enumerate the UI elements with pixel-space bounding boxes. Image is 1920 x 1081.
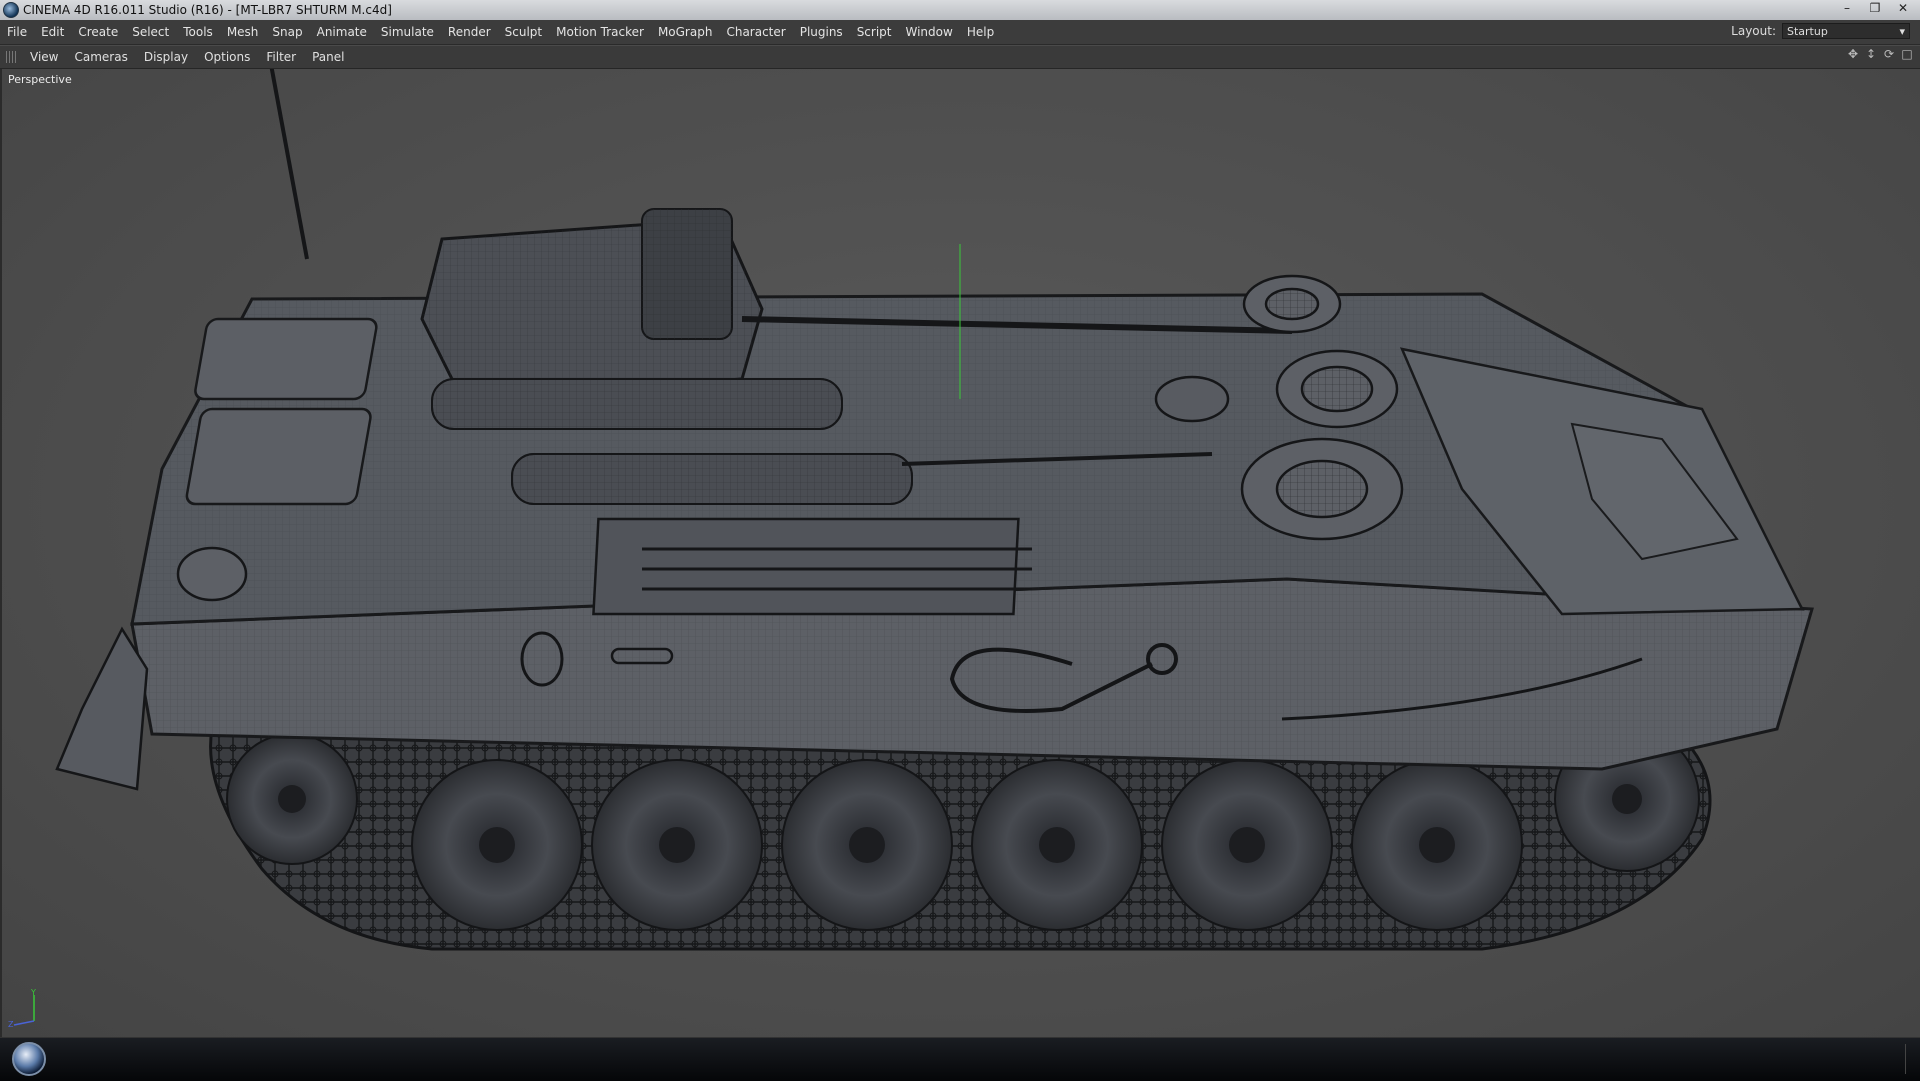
- menu-edit[interactable]: Edit: [34, 25, 71, 39]
- restore-icon[interactable]: ❐: [1862, 0, 1888, 16]
- turret-drum-mesh: [642, 209, 732, 339]
- menu-create[interactable]: Create: [71, 25, 125, 39]
- layout-label: Layout:: [1731, 24, 1776, 38]
- menu-mograph[interactable]: MoGraph: [651, 25, 720, 39]
- menu-animate[interactable]: Animate: [310, 25, 374, 39]
- main-menubar: File Edit Create Select Tools Mesh Snap …: [0, 20, 1920, 45]
- windows-taskbar: [0, 1037, 1920, 1081]
- cinema4d-icon: [3, 2, 19, 18]
- rear-bumper: [55, 626, 149, 791]
- rotate-view-icon[interactable]: ⟳: [1882, 47, 1896, 61]
- viewport-menu-display[interactable]: Display: [136, 50, 196, 64]
- window-titlebar: CINEMA 4D R16.011 Studio (R16) - [MT-LBR…: [0, 0, 1920, 20]
- menu-motion-tracker[interactable]: Motion Tracker: [549, 25, 651, 39]
- axis-z-label: Z: [8, 1020, 14, 1029]
- start-button[interactable]: [4, 1041, 54, 1077]
- menu-tools[interactable]: Tools: [176, 25, 220, 39]
- minimize-icon[interactable]: –: [1834, 0, 1860, 16]
- viewport-menubar: View Cameras Display Options Filter Pane…: [0, 46, 1920, 69]
- menu-help[interactable]: Help: [960, 25, 1001, 39]
- menu-sculpt[interactable]: Sculpt: [498, 25, 549, 39]
- menu-window[interactable]: Window: [899, 25, 960, 39]
- antenna: [269, 69, 309, 260]
- menu-select[interactable]: Select: [125, 25, 176, 39]
- wireframe-tracked-vehicle[interactable]: [2, 69, 1918, 1037]
- show-desktop-button[interactable]: [1905, 1044, 1916, 1074]
- layout-select[interactable]: Startup ▾: [1782, 23, 1910, 39]
- perspective-viewport[interactable]: Perspective Y Z: [0, 69, 1920, 1037]
- engine-grille: [592, 517, 1020, 616]
- menu-script[interactable]: Script: [850, 25, 899, 39]
- panel-grip-icon[interactable]: [6, 51, 16, 63]
- window-title: CINEMA 4D R16.011 Studio (R16) - [MT-LBR…: [23, 3, 392, 17]
- menu-plugins[interactable]: Plugins: [793, 25, 850, 39]
- move-view-icon[interactable]: ✥: [1846, 47, 1860, 61]
- menu-render[interactable]: Render: [441, 25, 498, 39]
- viewport-menu-filter[interactable]: Filter: [258, 50, 304, 64]
- menu-character[interactable]: Character: [719, 25, 792, 39]
- close-icon[interactable]: ✕: [1890, 0, 1916, 16]
- viewport-nav-icons: ✥ ↕ ⟳ □: [1846, 47, 1914, 61]
- axis-y-label: Y: [30, 989, 36, 997]
- rear-hatch-2: [185, 407, 372, 506]
- window-controls: – ❐ ✕: [1834, 0, 1916, 18]
- zoom-view-icon[interactable]: ↕: [1864, 47, 1878, 61]
- toggle-view-icon[interactable]: □: [1900, 47, 1914, 61]
- viewport-menu-cameras[interactable]: Cameras: [66, 50, 135, 64]
- menu-mesh[interactable]: Mesh: [220, 25, 266, 39]
- world-axis-gizmo: Y Z: [8, 989, 36, 1029]
- chevron-down-icon: ▾: [1899, 24, 1905, 38]
- windows-start-icon: [12, 1042, 46, 1076]
- layout-value: Startup: [1787, 24, 1828, 38]
- viewport-menu-view[interactable]: View: [22, 50, 66, 64]
- rear-hatch-1: [194, 317, 378, 401]
- menu-snap[interactable]: Snap: [265, 25, 309, 39]
- menu-file[interactable]: File: [0, 25, 34, 39]
- viewport-menu-panel[interactable]: Panel: [304, 50, 352, 64]
- menu-simulate[interactable]: Simulate: [374, 25, 441, 39]
- viewport-menu-options[interactable]: Options: [196, 50, 258, 64]
- layout-switcher: Layout: Startup ▾: [1731, 23, 1910, 39]
